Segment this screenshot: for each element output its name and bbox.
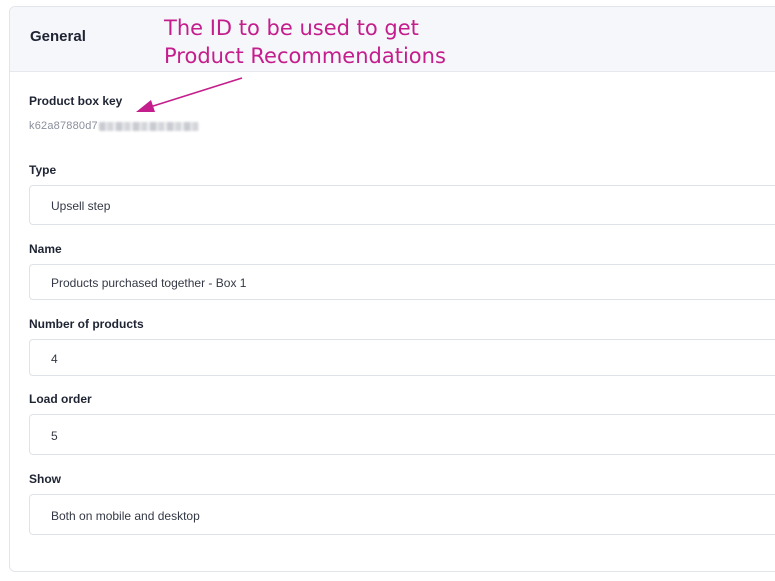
redacted-key-blur [98, 121, 199, 131]
show-select[interactable]: Both on mobile and desktop [29, 494, 775, 535]
name-label: Name [29, 242, 62, 256]
show-value: Both on mobile and desktop [51, 509, 200, 523]
number-of-products-field[interactable]: 4 [29, 339, 775, 376]
number-of-products-label: Number of products [29, 317, 144, 331]
panel-title: General [30, 28, 86, 45]
load-order-label: Load order [29, 392, 92, 406]
number-of-products-value: 4 [51, 352, 58, 366]
annotation-line-1: The ID to be used to get [164, 16, 419, 40]
product-box-key-label: Product box key [29, 94, 123, 108]
show-label: Show [29, 472, 61, 486]
name-field[interactable]: Products purchased together - Box 1 [29, 264, 775, 300]
load-order-field[interactable]: 5 [29, 414, 775, 455]
product-box-key-value[interactable]: k62a87880d7 [29, 120, 199, 132]
type-field[interactable]: Upsell step [29, 185, 775, 225]
annotation-callout: The ID to be used to get Product Recomme… [164, 14, 446, 70]
name-value: Products purchased together - Box 1 [51, 276, 247, 290]
type-label: Type [29, 163, 57, 177]
type-value: Upsell step [51, 199, 111, 213]
annotation-line-2: Product Recommendations [164, 44, 446, 68]
product-box-key-visible: k62a87880d7 [29, 120, 98, 132]
load-order-value: 5 [51, 429, 58, 443]
